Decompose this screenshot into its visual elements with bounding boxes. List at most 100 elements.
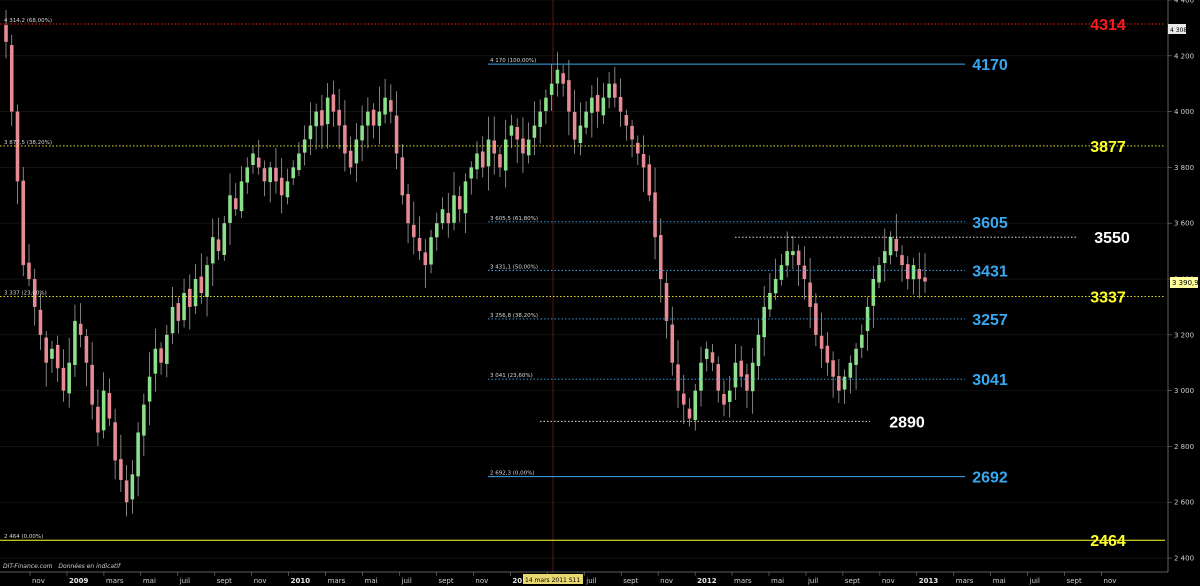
credit-source: DIT-Finance.com (3, 563, 53, 570)
candle-body (228, 195, 232, 223)
candle-body (297, 153, 301, 171)
candle-body (659, 235, 663, 280)
candle-body (412, 224, 416, 238)
candle-body (503, 139, 508, 171)
level-small-label: 3 877,5 (38,20%) (4, 140, 52, 146)
candle-body (67, 362, 71, 394)
candle-body (188, 288, 192, 307)
current-price-tag: 3 390,9 (1170, 277, 1199, 288)
candle-body (498, 154, 502, 168)
candle-body (124, 480, 129, 503)
candle-body (262, 168, 267, 182)
level-label: 3877 (1090, 139, 1126, 156)
candle-body (291, 167, 295, 179)
candle-body (727, 390, 732, 402)
candle-body (9, 45, 14, 112)
candle-body (113, 422, 117, 461)
candle-body (452, 195, 456, 223)
level-small-label: 3 337 (23,60%) (4, 291, 47, 297)
candle-body (687, 408, 692, 419)
candle-body (446, 212, 451, 224)
candle-body (710, 352, 715, 363)
x-tick-label: nov (1104, 577, 1117, 585)
candle-body (440, 209, 445, 224)
candle-body (406, 193, 410, 224)
level-label: 2890 (889, 414, 925, 431)
top-price-tag: 4 308 (1168, 24, 1187, 34)
candle-body (877, 265, 881, 283)
candle-body (515, 127, 519, 140)
candle-body (681, 393, 686, 405)
level-label: 2692 (972, 470, 1008, 487)
candle-body (825, 345, 830, 363)
candle-body (383, 97, 387, 115)
candle-body (205, 265, 209, 297)
candle-body (256, 157, 261, 168)
candle-body (722, 393, 726, 405)
candle-body (572, 112, 577, 140)
x-tick-label: mars (328, 577, 346, 585)
x-tick-label: mars (956, 577, 974, 585)
candle-body (142, 404, 146, 436)
candle-body (96, 406, 100, 433)
x-tick-label: sept (438, 577, 453, 585)
candle-body (636, 142, 640, 154)
candle-body (469, 167, 474, 179)
credit-note: Données en indicatif (58, 563, 121, 570)
candle-body (480, 151, 485, 168)
candle-body (38, 309, 43, 335)
candle-body (883, 251, 887, 264)
candle-body (308, 125, 313, 140)
candle-body (147, 376, 152, 402)
candle-body (584, 111, 588, 128)
level-label: 3337 (1090, 290, 1126, 307)
candle-body (905, 264, 910, 280)
candle-body (55, 344, 60, 369)
candle-body (791, 251, 795, 256)
candle-body (670, 324, 675, 363)
candle-body (84, 336, 89, 363)
candle-body (911, 265, 916, 280)
candle-body (641, 154, 646, 168)
candle-body (808, 282, 812, 307)
x-tick-label: 2012 (697, 577, 717, 585)
candle-body (544, 97, 548, 112)
x-tick-label: mars (734, 577, 752, 585)
candle-body (343, 125, 347, 154)
candle-body (222, 223, 227, 255)
candle-body (785, 251, 789, 266)
candle-body (607, 83, 611, 98)
candle-body (193, 279, 198, 307)
level-label: 3431 (972, 263, 1008, 280)
candlestick-chart: 4314 4 314,2 (68,00%) 4170 4 170 (100,00%) 3… (0, 0, 1200, 586)
x-tick-label: mars (106, 577, 124, 585)
candle-body (486, 139, 491, 167)
candle-body (538, 111, 542, 127)
candle-body (624, 115, 629, 126)
candle-body (526, 139, 531, 156)
candle-body (15, 111, 20, 182)
level-small-label: 2 464 (0,00%) (4, 534, 43, 540)
x-tick-label: nov (254, 577, 267, 585)
candle-body (900, 255, 904, 266)
level-label: 3257 (972, 312, 1008, 329)
candle-body (595, 95, 600, 112)
candle-body (423, 252, 428, 266)
candle-body (417, 238, 422, 252)
event-date-label-text: 14 mars 2011 S11 (525, 577, 580, 584)
candle-body (314, 111, 318, 127)
candle-body (653, 192, 657, 238)
candle-body (61, 367, 66, 391)
candle-body (182, 292, 186, 321)
candle-body (216, 239, 221, 252)
candle-body (274, 167, 278, 182)
candle-body (733, 362, 738, 388)
candle-body (251, 153, 255, 165)
x-tick-label: juil (401, 577, 412, 585)
candle-body (159, 348, 163, 363)
candle-body (578, 125, 583, 143)
level-small-label: 2 692,3 (0,00%) (490, 471, 535, 477)
y-tick-label: 4 200 (1174, 52, 1194, 60)
candle-body (331, 94, 336, 112)
candle-body (762, 306, 766, 338)
